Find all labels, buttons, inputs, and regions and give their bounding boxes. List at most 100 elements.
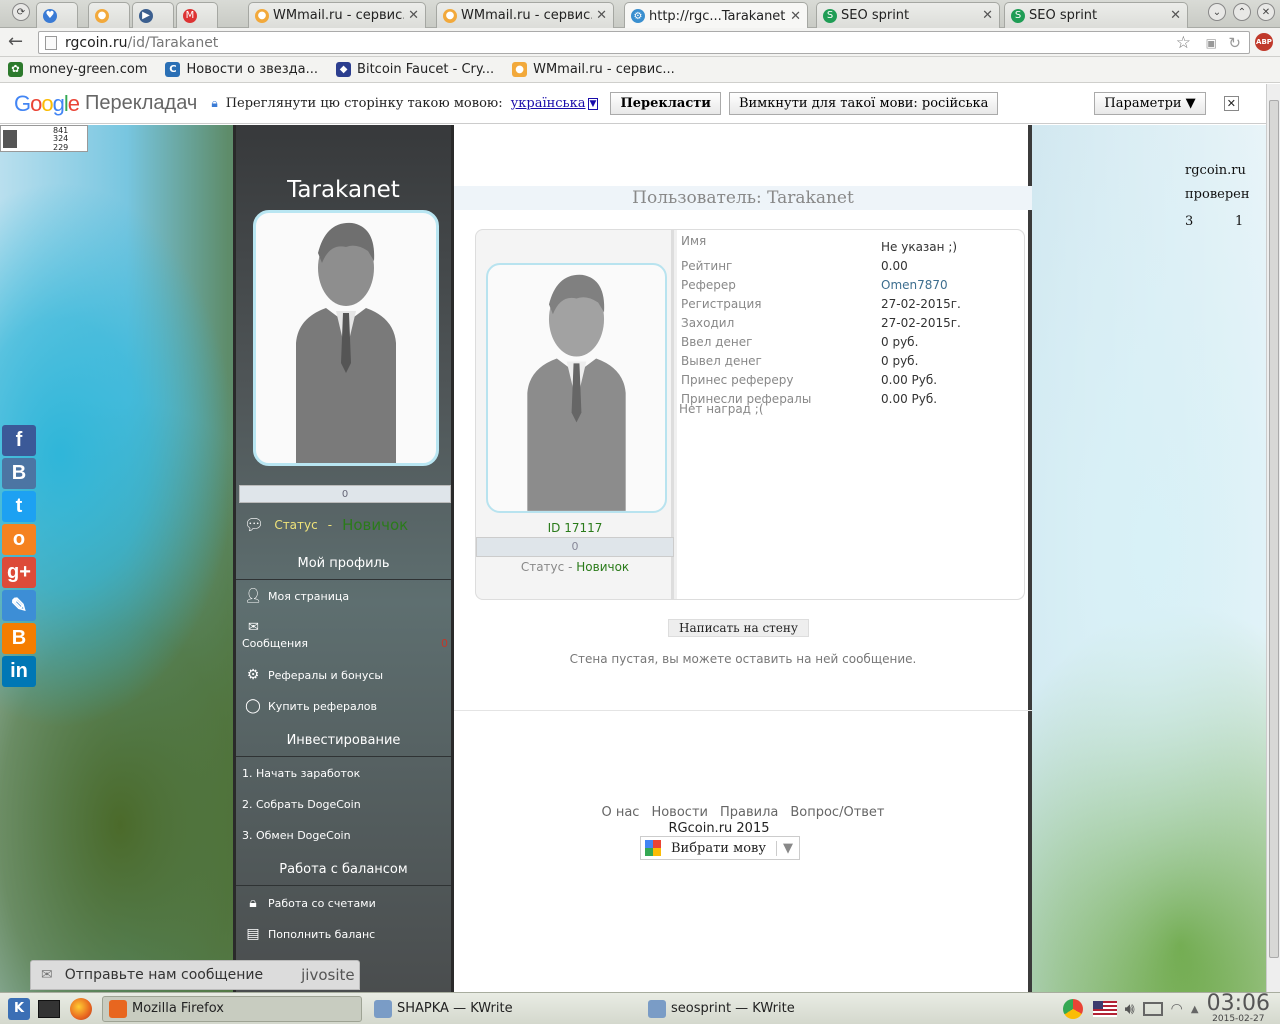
vkontakte-icon[interactable]: B bbox=[2, 458, 36, 489]
scrollbar-thumb[interactable] bbox=[1269, 100, 1279, 958]
facebook-icon[interactable]: f bbox=[2, 425, 36, 456]
menu-item-referrals-label: Рефералы и бонусы bbox=[268, 668, 384, 682]
never-translate-button[interactable]: Вимкнути для такої мови: російська bbox=[728, 92, 999, 115]
close-window-icon[interactable]: ✕ bbox=[1257, 3, 1275, 21]
tab-title: SEO sprint bbox=[841, 8, 910, 23]
bookmark-star-icon[interactable]: ☆ bbox=[1176, 33, 1191, 53]
page-viewport: 841 324 229 f Bt o g+ ✎ Bin Tarakanet 0 💬︎ Ст… bbox=[0, 125, 1266, 992]
tab-favicon-icon: M bbox=[183, 8, 197, 23]
app-menu-icon[interactable]: ⟳ bbox=[12, 3, 30, 21]
translate-button[interactable]: Перекласти bbox=[610, 92, 721, 115]
firefox-launcher-icon[interactable] bbox=[70, 997, 92, 1020]
visit-counter: 841 324 229 bbox=[0, 125, 88, 152]
profile-field-value[interactable]: Omen7870 bbox=[881, 278, 948, 292]
tab-favicon-icon: ● bbox=[443, 8, 457, 23]
browser-tab[interactable]: ● WMmail.ru - сервис... ✕ bbox=[436, 2, 614, 28]
google-plus-icon[interactable]: g+ bbox=[2, 557, 36, 588]
kde-menu-icon[interactable]: K bbox=[8, 997, 30, 1020]
livejournal-icon[interactable]: ✎ bbox=[2, 590, 36, 621]
browser-tab[interactable]: ▶ bbox=[132, 2, 174, 28]
blogger-icon[interactable]: B bbox=[2, 623, 36, 654]
browser-tab-bar: ⟳ ♥ ● ▶ M ● WMmail.ru - сервис... ✕ ● WMmail.ru … bbox=[0, 0, 1280, 29]
profile-field-value: 27-02-2015г. bbox=[881, 297, 961, 311]
back-arrow-icon[interactable]: ← bbox=[8, 31, 23, 52]
jivosite-chat-widget[interactable]: ✉ Отправьте нам сообщение jivosite bbox=[30, 960, 360, 990]
page-scrollbar[interactable] bbox=[1266, 84, 1280, 992]
profile-field-label: Регистрация bbox=[681, 297, 762, 311]
tab-title: http://rgc...Tarakanet bbox=[649, 8, 786, 24]
profile-field-value: 0 руб. bbox=[881, 354, 919, 368]
task-label: seosprint — KWrite bbox=[671, 1001, 795, 1016]
wifi-icon[interactable]: ◠ bbox=[1171, 1001, 1183, 1017]
browser-tab[interactable]: M bbox=[176, 2, 218, 28]
profile-card: ID 17117 0 Статус - Новичок Нет наград ;… bbox=[475, 229, 1025, 600]
address-path: /id/Tarakanet bbox=[127, 34, 219, 51]
footer-link[interactable]: Вопрос/Ответ bbox=[790, 805, 884, 820]
browser-tab[interactable]: ♥ bbox=[36, 2, 78, 28]
bookmark-item[interactable]: ✿ money-green.com bbox=[8, 62, 147, 77]
display-icon[interactable] bbox=[1142, 1002, 1163, 1016]
menu-item-exchange-dogecoin[interactable]: 3. Обмен DogeCoin bbox=[242, 829, 351, 842]
refresh-circle-icon: ◯ bbox=[245, 698, 261, 714]
browser-tab[interactable]: S SEO sprint ✕ bbox=[816, 2, 1000, 28]
us-flag-icon[interactable] bbox=[1092, 1001, 1117, 1017]
maximize-icon[interactable]: ⌃ bbox=[1233, 3, 1251, 21]
bookmark-item[interactable]: ● WMmail.ru - сервис... bbox=[512, 62, 675, 77]
chrome-tray-icon[interactable] bbox=[1062, 999, 1083, 1019]
tab-close-icon[interactable]: ✕ bbox=[1170, 8, 1181, 23]
menu-item-referrals[interactable]: ⚙︎ Рефералы и бонусы bbox=[244, 666, 383, 684]
browser-tab[interactable]: S SEO sprint ✕ bbox=[1004, 2, 1188, 28]
language-dropdown-icon[interactable]: ▼ bbox=[587, 97, 599, 110]
menu-header-invest: Инвестирование bbox=[236, 724, 451, 757]
tab-close-icon[interactable]: ✕ bbox=[596, 8, 607, 23]
volume-icon[interactable]: 🔊︎ bbox=[1125, 999, 1135, 1019]
browser-tab[interactable]: ● bbox=[88, 2, 130, 28]
clock[interactable]: 03:06 2015-02-27 bbox=[1207, 993, 1270, 1024]
adblock-icon[interactable]: ABP bbox=[1255, 33, 1273, 51]
tab-close-icon[interactable]: ✕ bbox=[408, 8, 419, 23]
taskbar-task[interactable]: Mozilla Firefox bbox=[102, 995, 362, 1022]
menu-item-topup[interactable]: ▤ Пополнить баланс bbox=[244, 925, 375, 943]
language-select[interactable]: українська bbox=[511, 96, 586, 111]
counter-line-3: 229 bbox=[53, 143, 69, 152]
user-sidebar: Tarakanet 0 💬︎ Статус - Новичок Мой проф… bbox=[233, 125, 454, 992]
menu-item-my-page[interactable]: 👤︎ Моя страница bbox=[244, 587, 349, 605]
translate-options-button[interactable]: Параметри ▼ bbox=[1094, 92, 1206, 115]
menu-item-collect-dogecoin[interactable]: 2. Собрать DogeCoin bbox=[242, 798, 361, 811]
bookmark-item[interactable]: ◆ Bitcoin Faucet - Cry... bbox=[336, 62, 494, 77]
terminal-icon[interactable] bbox=[38, 999, 60, 1018]
profile-progress-bar: 0 bbox=[476, 537, 674, 557]
taskbar-task[interactable]: seosprint — KWrite bbox=[642, 996, 892, 1022]
menu-item-buy-referrals[interactable]: ◯ Купить рефералов bbox=[244, 697, 377, 715]
task-label: Mozilla Firefox bbox=[132, 1001, 224, 1016]
footer-link[interactable]: О нас bbox=[601, 805, 639, 820]
linkedin-icon[interactable]: in bbox=[2, 656, 36, 687]
reload-icon[interactable]: ↻ bbox=[1228, 34, 1241, 52]
tab-close-icon[interactable]: ✕ bbox=[790, 9, 801, 24]
footer-link[interactable]: Новости bbox=[651, 805, 708, 820]
taskbar-task[interactable]: SHAPKA — KWrite bbox=[368, 996, 636, 1022]
bookmark-item[interactable]: C Новости о звезда... bbox=[165, 62, 318, 77]
sidebar-avatar bbox=[253, 210, 439, 466]
dropdown-arrow-icon: ▼ bbox=[776, 840, 793, 856]
menu-item-start-earning[interactable]: 1. Начать заработок bbox=[242, 767, 360, 780]
tray-expand-icon[interactable]: ▲ bbox=[1191, 1004, 1199, 1015]
wallet-icon: ▤ bbox=[246, 926, 260, 942]
tab-favicon-icon: ⚙ bbox=[631, 9, 645, 23]
choose-language-button[interactable]: Вибрати мову ▼ bbox=[640, 836, 800, 860]
browser-tab[interactable]: ⚙ http://rgc...Tarakanet ✕ bbox=[624, 2, 808, 29]
odnoklassniki-icon[interactable]: o bbox=[2, 524, 36, 555]
menu-item-accounts[interactable]: 🔒︎ Работа со счетами bbox=[244, 894, 375, 912]
write-on-wall-button[interactable]: Написать на стену bbox=[668, 619, 809, 637]
browser-tab[interactable]: ● WMmail.ru - сервис... ✕ bbox=[248, 2, 426, 28]
sidebar-status: 💬︎ Статус - Новичок bbox=[244, 515, 408, 534]
close-translate-icon[interactable]: ✕ bbox=[1223, 96, 1239, 111]
page-action-icon[interactable]: ▣ bbox=[1206, 36, 1217, 50]
address-bar[interactable]: rgcoin.ru/id/Tarakanet ☆ ▣ ↻ bbox=[38, 31, 1250, 54]
twitter-icon[interactable]: t bbox=[2, 491, 36, 522]
minimize-icon[interactable]: ⌄ bbox=[1208, 3, 1226, 21]
footer-link[interactable]: Правила bbox=[720, 805, 778, 820]
menu-item-messages[interactable]: Сообщения bbox=[242, 637, 308, 650]
lock-icon: 🔒︎ bbox=[249, 895, 257, 911]
tab-close-icon[interactable]: ✕ bbox=[982, 8, 993, 23]
